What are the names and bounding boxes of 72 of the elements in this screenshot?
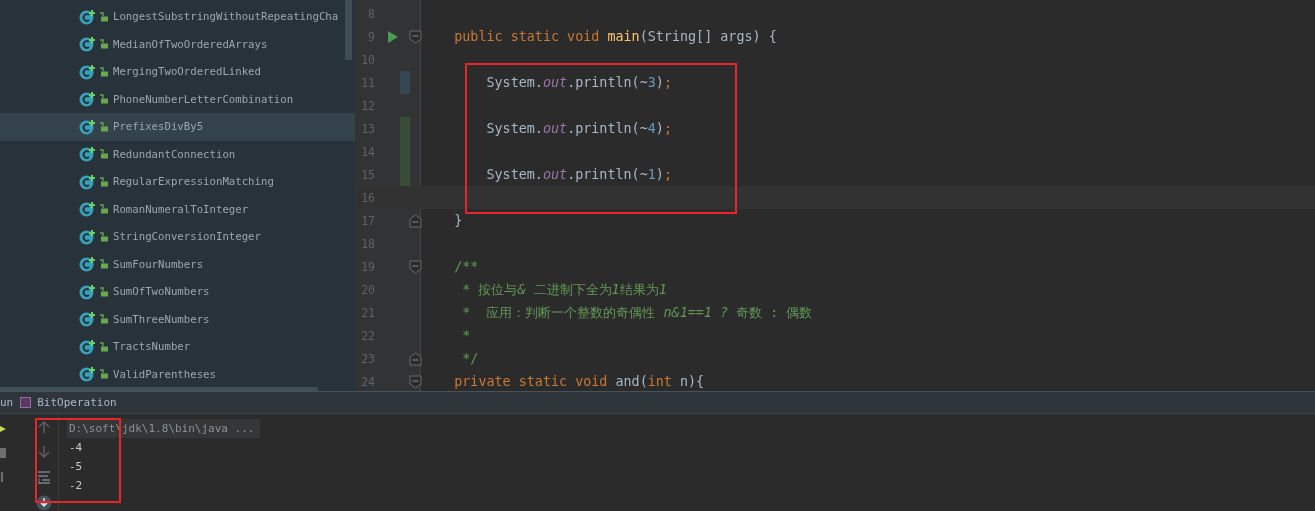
lock-icon — [99, 369, 108, 380]
pause-icon[interactable] — [0, 472, 4, 482]
class-tree-item[interactable]: SumFourNumbers — [0, 250, 355, 278]
class-tree-item[interactable]: TractsNumber — [0, 333, 355, 361]
class-icon — [79, 173, 96, 190]
run-icon[interactable] — [0, 424, 6, 434]
up-arrow-icon[interactable] — [37, 420, 51, 434]
lock-icon — [99, 11, 108, 22]
lock-icon — [99, 231, 108, 242]
fold-icon[interactable] — [409, 374, 422, 389]
lock-icon — [99, 259, 108, 270]
code-line: private static void and(int n){ — [453, 374, 705, 389]
class-icon — [79, 146, 96, 163]
fold-icon[interactable] — [409, 213, 422, 228]
lock-icon — [99, 314, 108, 325]
code-line: /** — [453, 259, 479, 274]
class-tree-item[interactable]: ValidParentheses — [0, 360, 355, 388]
class-icon — [79, 366, 96, 383]
class-icon — [79, 91, 96, 108]
code-line: System.out.println(~1); — [485, 167, 672, 182]
class-tree-item[interactable]: LongestSubstringWithoutRepeatingCha — [0, 3, 355, 31]
run-tab[interactable]: BitOperation — [20, 396, 117, 409]
code-line: System.out.println(~3); — [485, 75, 672, 90]
class-icon — [79, 283, 96, 300]
class-tree-item[interactable]: SumOfTwoNumbers — [0, 278, 355, 306]
class-tree-item[interactable]: StringConversionInteger — [0, 223, 355, 251]
console-line: -2 — [68, 478, 84, 494]
lock-icon — [99, 149, 108, 160]
fold-icon[interactable] — [409, 29, 422, 44]
lock-icon — [99, 286, 108, 297]
fold-icon[interactable] — [409, 259, 422, 274]
fold-icon[interactable] — [409, 351, 422, 366]
class-icon — [79, 201, 96, 218]
scroll-to-end-icon[interactable] — [36, 495, 52, 511]
code-line: * 应用：判断一个整数的奇偶性 n&1==1 ? 奇数 : 偶数 — [461, 303, 813, 322]
console-line: -4 — [68, 440, 84, 456]
soft-wrap-icon[interactable] — [37, 470, 51, 484]
class-icon — [79, 228, 96, 245]
class-icon — [79, 118, 96, 135]
code-line: */ — [461, 351, 479, 366]
lock-icon — [99, 66, 108, 77]
class-icon — [79, 256, 96, 273]
lock-icon — [99, 204, 108, 215]
run-icon[interactable] — [387, 29, 399, 44]
code-line: } — [453, 213, 463, 228]
class-tree-item[interactable]: SumThreeNumbers — [0, 305, 355, 333]
config-icon — [20, 397, 32, 408]
code-line: public static void main(String[] args) { — [453, 29, 777, 44]
lock-icon — [99, 39, 108, 50]
class-tree-item[interactable]: MedianOfTwoOrderedArrays — [0, 30, 355, 58]
class-icon — [79, 311, 96, 328]
class-icon — [79, 8, 96, 25]
code-line: * 按位与& 二进制下全为1结果为1 — [461, 280, 667, 299]
lock-icon — [99, 341, 108, 352]
lock-icon — [99, 176, 108, 187]
class-tree-item[interactable]: RedundantConnection — [0, 140, 355, 168]
lock-icon — [99, 121, 108, 132]
code-line: System.out.println(~4); — [485, 121, 672, 136]
console-line: -5 — [68, 459, 84, 475]
class-tree-item[interactable]: MergingTwoOrderedLinked — [0, 58, 355, 86]
class-icon — [79, 36, 96, 53]
class-tree-item[interactable]: RegularExpressionMatching — [0, 168, 355, 196]
lock-icon — [99, 94, 108, 105]
class-tree-item[interactable]: PrefixesDivBy5 — [0, 113, 355, 141]
down-arrow-icon[interactable] — [37, 445, 51, 459]
class-icon — [79, 63, 96, 80]
class-tree-item[interactable]: PhoneNumberLetterCombination — [0, 85, 355, 113]
scrollbar[interactable] — [345, 0, 352, 60]
class-tree-item[interactable]: RomanNumeralToInteger — [0, 195, 355, 223]
code-line: * — [461, 328, 471, 343]
class-icon — [79, 338, 96, 355]
panel-title: un — [0, 396, 14, 409]
